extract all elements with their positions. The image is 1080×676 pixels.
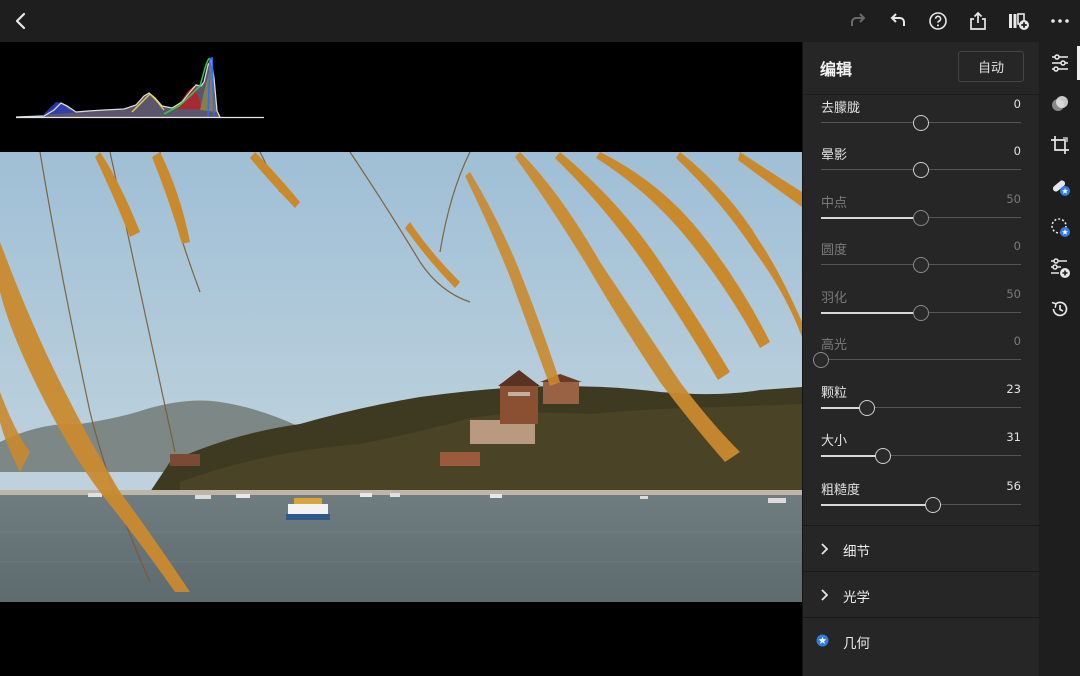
slider-track[interactable] [821,503,1021,506]
section-detail[interactable]: 细节 [803,525,1040,572]
slider-value: 0 [1013,97,1021,111]
slider-value: 0 [1013,144,1021,158]
chevron-right-icon [821,589,828,601]
slider-thumb[interactable] [913,162,929,178]
panel-title: 编辑 [820,60,853,79]
crop-icon[interactable] [1039,126,1080,164]
edit-panel: 编辑 自动 去朦胧 0 晕影 0 中点 50 圆度 0 羽化 50 高光 0 颗粒 23 大小 31 粗糙度 56… [802,42,1040,676]
slider-fill [821,454,883,457]
help-circle-icon[interactable] [921,0,955,42]
slider-label: 去朦胧 [821,101,861,116]
top-toolbar [0,0,1080,42]
slider-label: 大小 [821,434,848,449]
slider-fill [821,216,921,219]
slider-label: 颗粒 [821,386,848,401]
undo-icon[interactable] [881,0,915,42]
section-label: 光学 [843,590,870,606]
slider-label: 晕影 [821,148,848,163]
slider-label: 高光 [821,338,848,353]
slider-track[interactable] [821,359,1021,360]
slider-row: 去朦胧 0 [803,97,1040,143]
more-icon[interactable] [1043,0,1077,42]
slider-row: 晕影 0 [803,144,1040,190]
section-label: 几何 [843,636,870,652]
photo [0,152,802,602]
section-optics[interactable]: 光学 [803,571,1040,618]
share-icon[interactable] [961,0,995,42]
add-to-album-icon[interactable] [1002,0,1036,42]
section-geometry[interactable]: 几何 [803,617,1040,664]
slider-label: 中点 [821,196,848,211]
slider-value: 31 [1006,430,1021,444]
slider-label: 粗糙度 [821,483,861,498]
chevron-right-icon [821,543,828,555]
slider-value: 23 [1006,382,1021,396]
slider-track[interactable] [821,406,1021,409]
redo-icon[interactable] [841,0,875,42]
slider-thumb[interactable] [913,257,929,273]
premium-star-badge-icon [816,634,829,647]
history-icon[interactable] [1039,290,1080,328]
panel-divider [803,94,1040,95]
adjust-sliders-icon[interactable] [1039,44,1080,82]
slider-row: 高光 0 [803,334,1040,380]
slider-thumb[interactable] [859,400,875,416]
photo-canvas[interactable] [0,42,802,676]
slider-row: 中点 50 [803,192,1040,238]
masking-icon[interactable] [1039,208,1080,246]
slider-row: 粗糙度 56 [803,479,1040,525]
tool-rail [1039,42,1080,676]
slider-value: 0 [1013,239,1021,253]
slider-thumb[interactable] [925,497,941,513]
slider-value: 0 [1013,334,1021,348]
histogram [15,56,266,119]
slider-fill [821,503,933,506]
slider-label: 圆度 [821,243,848,258]
healing-brush-icon[interactable] [1039,167,1080,205]
slider-thumb[interactable] [813,352,829,368]
section-label: 细节 [843,544,870,560]
slider-thumb[interactable] [913,305,929,321]
slider-thumb[interactable] [913,115,929,131]
slider-label: 羽化 [821,291,848,306]
presets-icon[interactable] [1039,85,1080,123]
slider-row: 羽化 50 [803,287,1040,333]
add-preset-icon[interactable] [1039,249,1080,287]
slider-thumb[interactable] [913,210,929,226]
slider-thumb[interactable] [875,448,891,464]
back-icon[interactable] [4,0,38,42]
slider-fill [821,311,921,314]
slider-value: 50 [1006,192,1021,206]
slider-row: 圆度 0 [803,239,1040,285]
slider-row: 颗粒 23 [803,382,1040,428]
auto-button[interactable]: 自动 [958,51,1024,82]
slider-row: 大小 31 [803,430,1040,476]
slider-value: 56 [1006,479,1021,493]
slider-value: 50 [1006,287,1021,301]
slider-track[interactable] [821,454,1021,457]
